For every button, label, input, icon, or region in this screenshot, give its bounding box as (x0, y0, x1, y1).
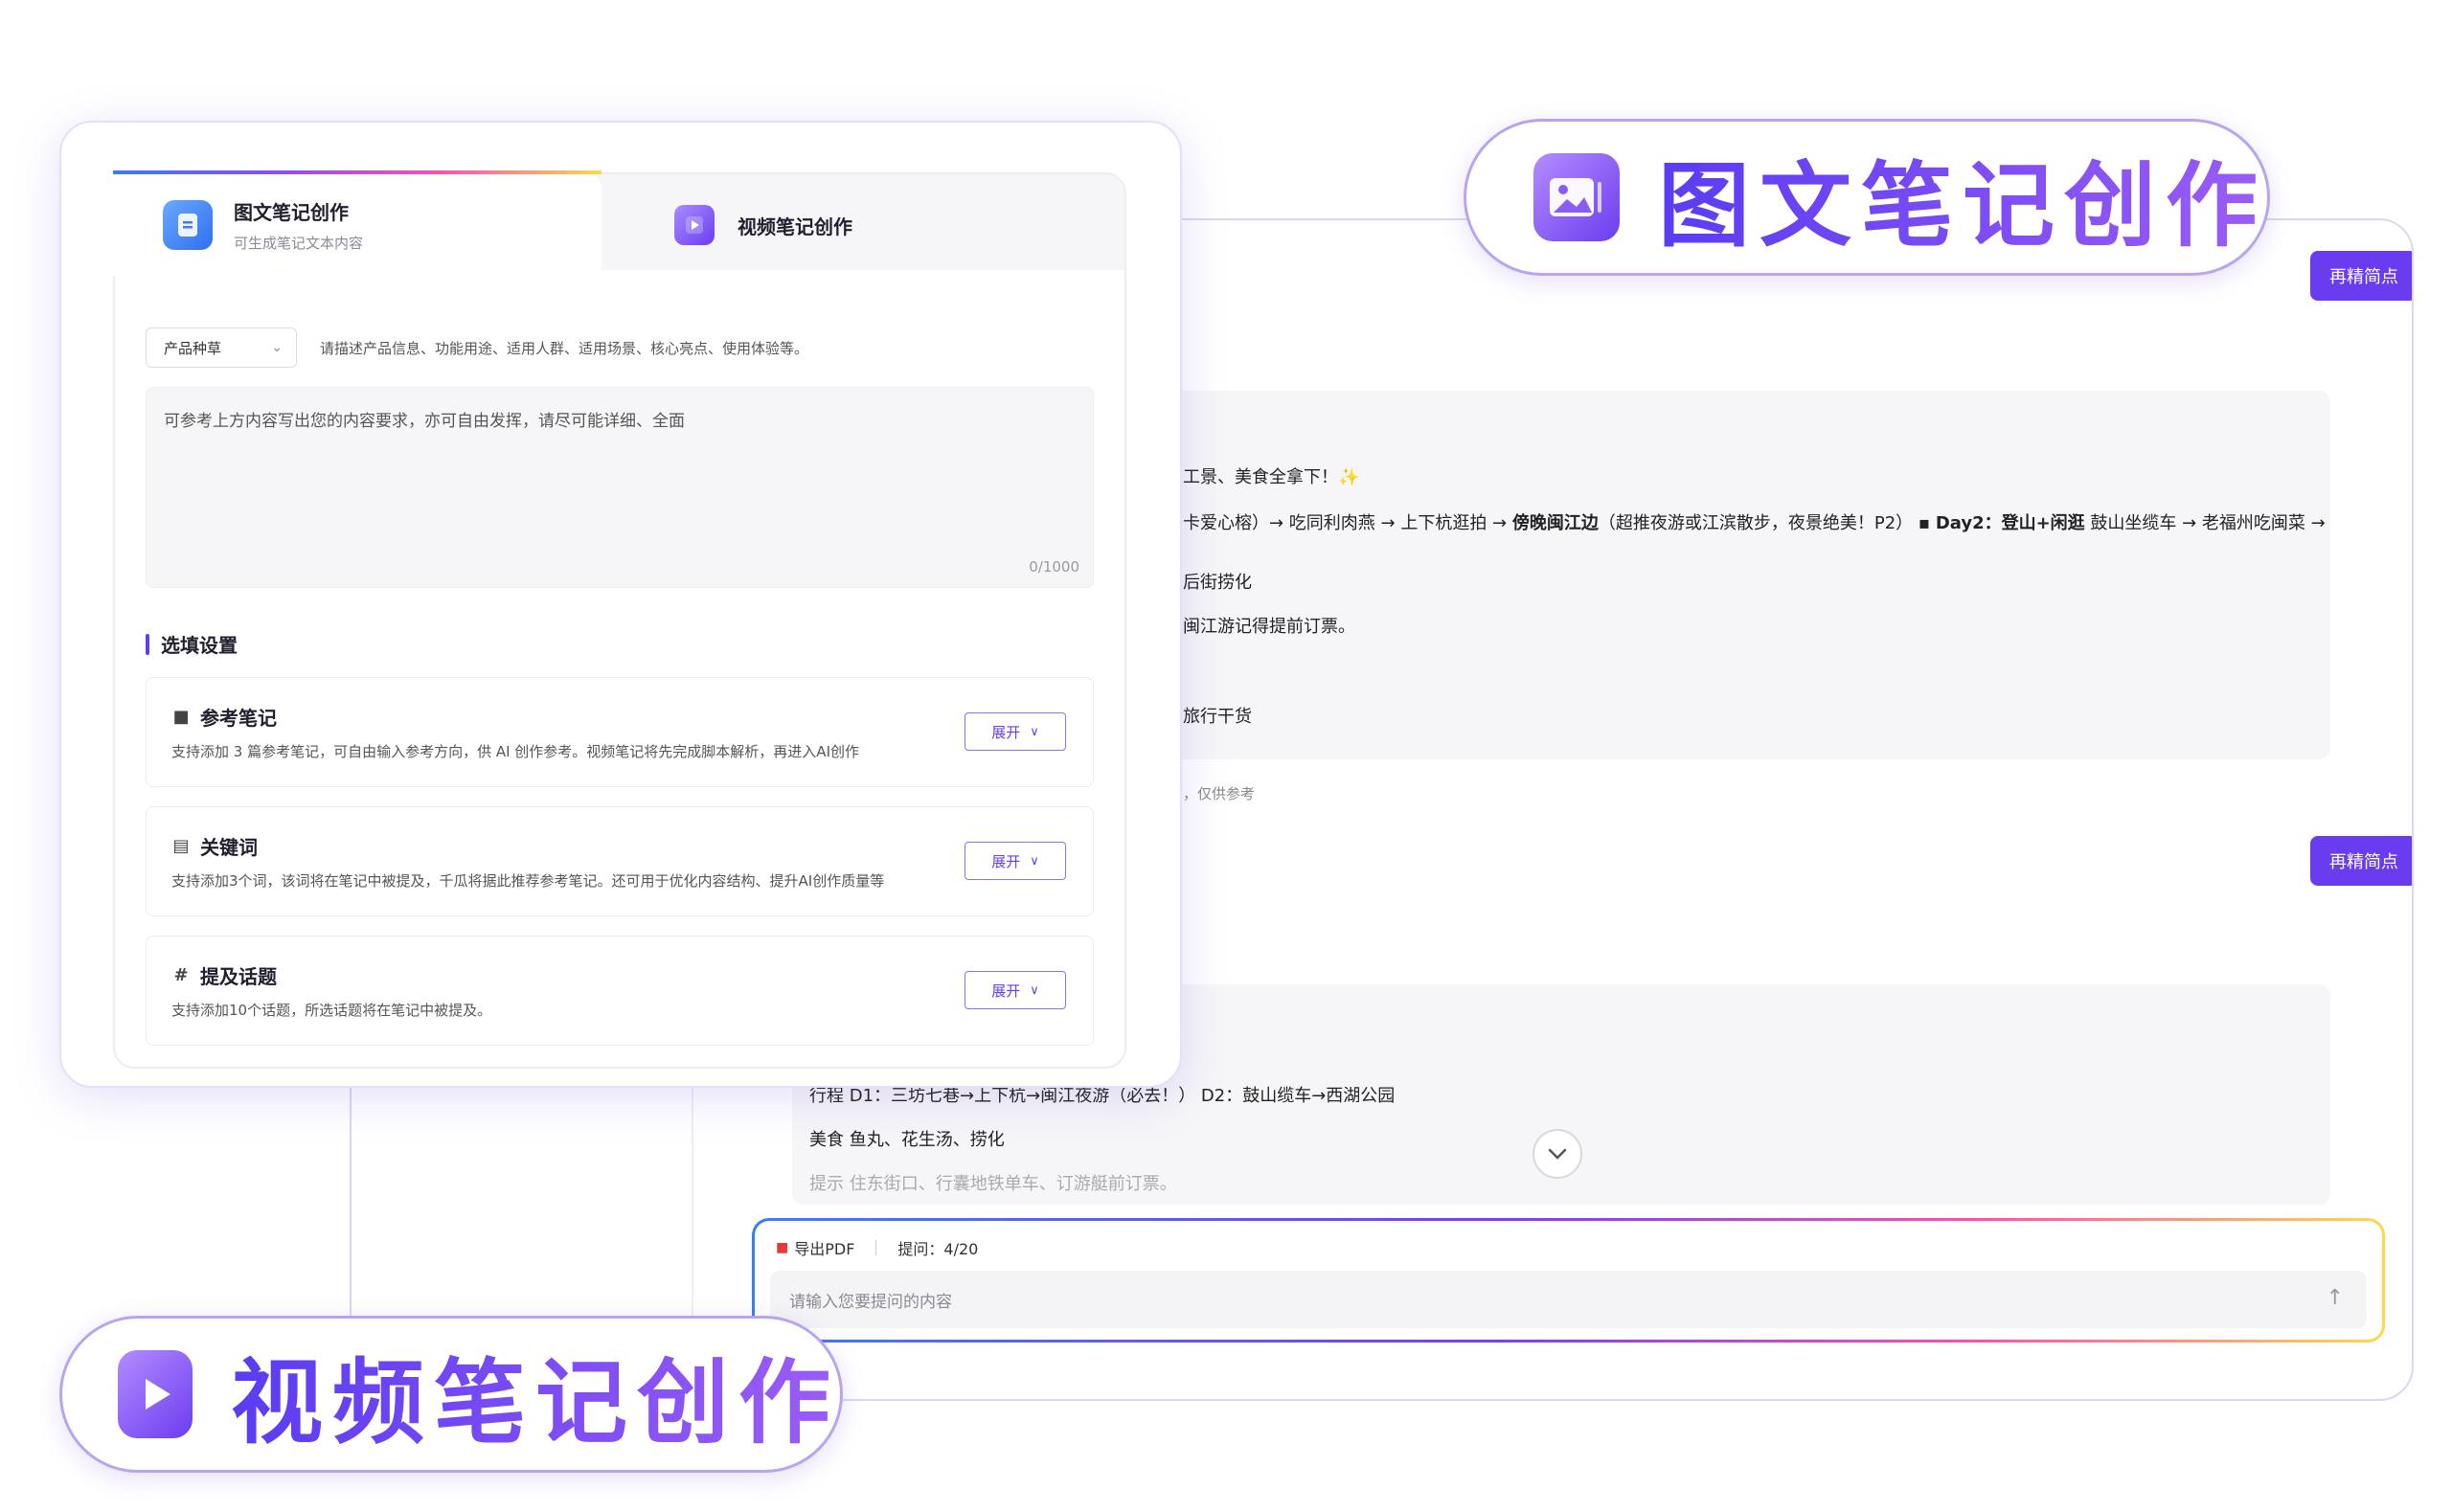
chevron-down-icon: ∨ (1030, 982, 1039, 998)
pdf-icon: ■ (776, 1240, 789, 1255)
creation-card: 图文笔记创作 可生成笔记文本内容 视频笔记创作 产品种草 ⌄ 请描述产品信息、功… (59, 121, 1182, 1088)
question-count: 提问：4/20 (897, 1240, 979, 1258)
video-icon (674, 205, 715, 245)
message-icon: ▤ (172, 836, 190, 856)
export-pdf-button[interactable]: 导出PDF (794, 1236, 854, 1259)
category-hint: 请描述产品信息、功能用途、适用人群、适用场景、核心亮点、使用体验等。 (320, 339, 809, 357)
chat-line: 后街捞化 (1183, 573, 1252, 593)
chevron-down-icon: ∨ (1030, 724, 1039, 739)
banner-title: 图文笔记创作 (1658, 131, 2267, 264)
question-input[interactable]: 请输入您要提问的内容 ↑ (770, 1271, 2367, 1328)
expand-button[interactable]: 展开 ∨ (965, 842, 1066, 880)
chat-line: 美食 鱼丸、花生汤、捞化 (809, 1130, 1005, 1150)
keywords-card: ▤ 关键词 支持添加3个词，该词将在笔记中被提及，千瓜将据此推荐参考笔记。还可用… (146, 806, 1094, 916)
chat-line: 工景、美食全拿下！✨ (1183, 467, 1360, 487)
book-icon: ■ (172, 707, 190, 727)
question-input-placeholder: 请输入您要提问的内容 (789, 1292, 952, 1312)
hashtag-icon: # (173, 965, 189, 985)
expand-button[interactable]: 展开 ∨ (965, 971, 1066, 1009)
chevron-down-icon: ⌄ (271, 340, 283, 355)
image-text-banner: 图文笔记创作 (1464, 119, 2270, 276)
option-description: 支持添加10个话题，所选话题将在笔记中被提及。 (171, 1002, 492, 1019)
banner-title: 视频笔记创作 (231, 1328, 840, 1461)
chevron-down-icon: ∨ (1030, 853, 1039, 869)
refine-button[interactable]: 再精简点 (2310, 836, 2412, 886)
option-title: ■ 参考笔记 (172, 707, 277, 730)
expand-button[interactable]: 展开 ∨ (965, 712, 1066, 751)
chat-line: 卡爱心榕）→ 吃同利肉燕 → 上下杭逛拍 → 傍晚闽江边（超推夜游或江滨散步，夜… (1183, 513, 2326, 533)
toolbar-divider (875, 1240, 877, 1255)
category-row: 产品种草 ⌄ 请描述产品信息、功能用途、适用人群、适用场景、核心亮点、使用体验等… (146, 327, 1094, 368)
tab-title: 图文笔记创作 (234, 201, 349, 224)
chat-line: 提示 住东街口、行囊地铁单车、订游艇前订票。 (809, 1174, 1177, 1194)
form-body: 产品种草 ⌄ 请描述产品信息、功能用途、适用人群、适用场景、核心亮点、使用体验等… (146, 327, 1094, 1046)
chat-line: 闽江游记得提前订票。 (1183, 617, 1355, 637)
tab-subtitle: 可生成笔记文本内容 (234, 235, 364, 252)
video-play-icon (118, 1350, 193, 1438)
option-description: 支持添加 3 篇参考笔记，可自由输入参考方向，供 AI 创作参考。视频笔记将先完… (171, 743, 859, 760)
document-icon (163, 200, 213, 250)
textarea-placeholder: 可参考上方内容写出您的内容要求，亦可自由发挥，请尽可能详细、全面 (164, 412, 685, 431)
scroll-down-button[interactable] (1532, 1129, 1582, 1179)
video-banner: 视频笔记创作 (59, 1316, 843, 1473)
refine-button[interactable]: 再精简点 (2310, 251, 2412, 301)
reference-notes-card: ■ 参考笔记 支持添加 3 篇参考笔记，可自由输入参考方向，供 AI 创作参考。… (146, 677, 1094, 787)
optional-settings-title: 选填设置 (146, 630, 1094, 658)
section-accent-bar (146, 633, 149, 655)
category-select[interactable]: 产品种草 ⌄ (146, 327, 297, 368)
option-title: # 提及话题 (171, 961, 277, 989)
chevron-down-icon (1548, 1148, 1567, 1160)
char-counter: 0/1000 (1029, 558, 1079, 575)
image-gallery-icon (1533, 153, 1620, 241)
ask-bar: ■ 导出PDF 提问：4/20 请输入您要提问的内容 ↑ (752, 1218, 2385, 1343)
option-title: ▤ 关键词 (172, 836, 258, 859)
tab-title: 视频笔记创作 (738, 214, 852, 238)
category-select-value: 产品种草 (164, 339, 222, 357)
ask-bar-inner: ■ 导出PDF 提问：4/20 请输入您要提问的内容 ↑ (755, 1221, 2382, 1340)
send-arrow-icon[interactable]: ↑ (2327, 1286, 2344, 1310)
topics-card: # 提及话题 支持添加10个话题，所选话题将在笔记中被提及。 展开 ∨ (146, 936, 1094, 1046)
creation-panel: 图文笔记创作 可生成笔记文本内容 视频笔记创作 产品种草 ⌄ 请描述产品信息、功… (113, 170, 1126, 1069)
tab-image-text[interactable]: 图文笔记创作 可生成笔记文本内容 (163, 197, 363, 253)
tab-video[interactable]: 视频笔记创作 (674, 205, 852, 245)
chat-line: 旅行干货 (1183, 707, 1252, 727)
content-textarea[interactable]: 可参考上方内容写出您的内容要求，亦可自由发挥，请尽可能详细、全面 0/1000 (146, 387, 1094, 588)
ask-toolbar: ■ 导出PDF 提问：4/20 (776, 1236, 978, 1259)
chat-disclaimer: ，仅供参考 (1183, 785, 1256, 802)
option-description: 支持添加3个词，该词将在笔记中被提及，千瓜将据此推荐参考笔记。还可用于优化内容结… (171, 872, 885, 890)
